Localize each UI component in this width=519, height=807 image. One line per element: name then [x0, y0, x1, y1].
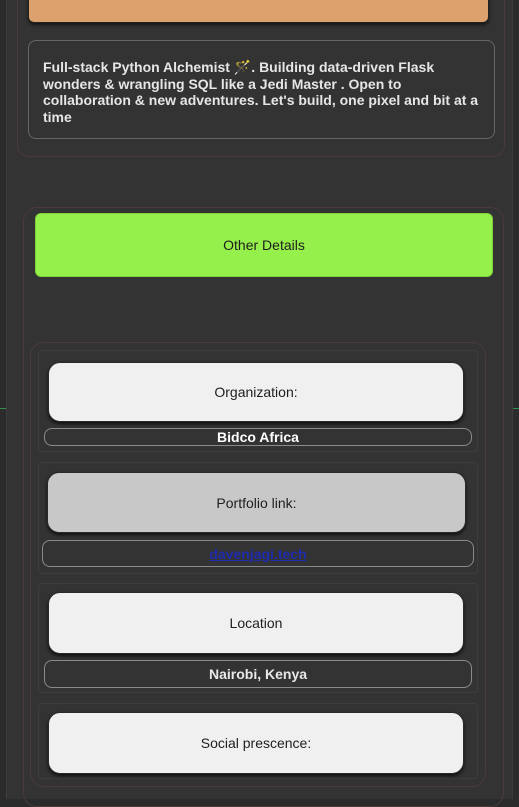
- portfolio-value: davenjagi.tech: [42, 540, 474, 567]
- bio-text: Full-stack Python Alchemist 🪄. Building …: [43, 59, 479, 125]
- portfolio-link[interactable]: davenjagi.tech: [209, 546, 306, 562]
- portfolio-label-button[interactable]: Portfolio link:: [47, 472, 466, 533]
- magic-wand-icon: 🪄: [233, 59, 252, 75]
- bio-card: Full-stack Python Alchemist 🪄. Building …: [28, 40, 495, 139]
- other-details-button[interactable]: Other Details: [35, 213, 493, 277]
- profile-banner-bar: [28, 0, 489, 23]
- location-value: Nairobi, Kenya: [44, 660, 472, 688]
- location-label-button[interactable]: Location: [48, 592, 464, 654]
- organization-value: Bidco Africa: [44, 428, 472, 446]
- social-label-button[interactable]: Social prescence:: [48, 712, 464, 774]
- organization-label-button[interactable]: Organization:: [48, 362, 464, 422]
- right-guide-line: [513, 408, 519, 409]
